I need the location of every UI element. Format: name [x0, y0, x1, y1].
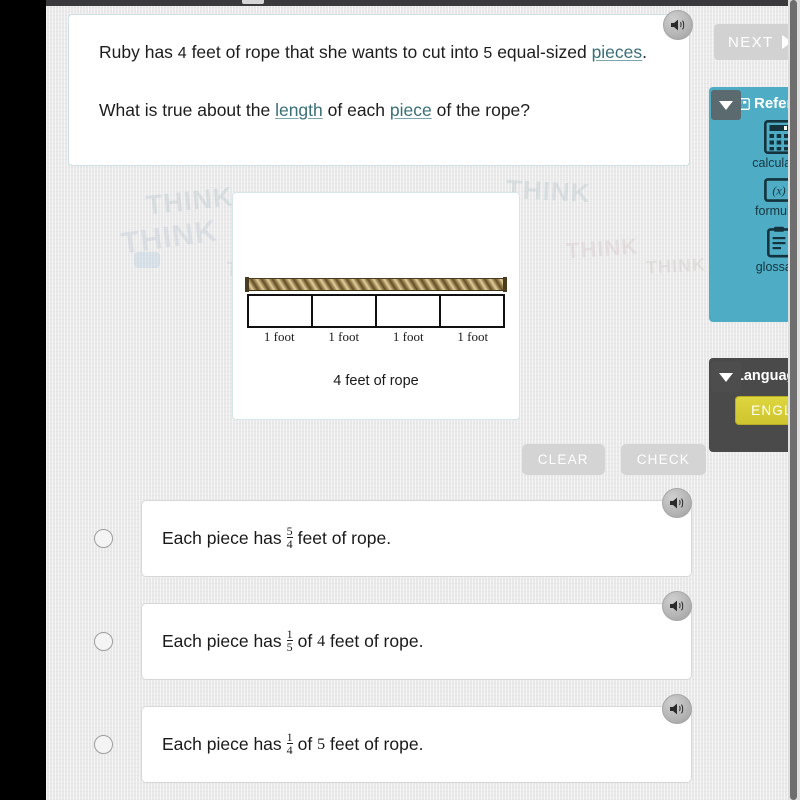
question-line-1: Ruby has 4 feet of rope that she wants t…: [99, 37, 663, 69]
prompt-number: 5: [483, 45, 493, 62]
prompt-text: What is true about the: [99, 100, 276, 120]
watermark-think: THINK: [645, 254, 707, 278]
radio-button-option-1[interactable]: [94, 529, 113, 548]
chevron-down-icon: [719, 372, 733, 382]
option-prefix: Each piece has: [162, 734, 282, 754]
fraction-numerator: 5: [286, 523, 293, 538]
option-number: 5: [317, 735, 326, 753]
option-card-1[interactable]: Each piece has 5 4 feet of rope.: [141, 500, 692, 577]
language-panel-toggle[interactable]: [711, 362, 741, 392]
next-button-label: NEXT: [728, 33, 774, 51]
rope-segment-box: [313, 296, 377, 326]
prompt-text: .: [642, 42, 648, 62]
glossary-link-length[interactable]: length: [275, 100, 323, 120]
option-card-3[interactable]: Each piece has 1 4 of 5 feet of rope.: [141, 706, 692, 783]
chrome-tab-nub: [242, 0, 264, 4]
segment-label: 1 foot: [457, 329, 489, 344]
option-text-3: Each piece has 1 4 of 5 feet of rope.: [162, 729, 424, 757]
question-line-2: What is true about the length of each pi…: [99, 95, 663, 125]
answer-option-1[interactable]: Each piece has 5 4 feet of rope.: [94, 488, 692, 577]
speaker-icon-option-3[interactable]: [662, 694, 692, 724]
rope-segment-box: [377, 296, 441, 326]
svg-text:(x): (x): [772, 184, 785, 198]
segment-label: 1 foot: [392, 329, 424, 344]
rope-segment-box: [441, 296, 503, 326]
glossary-link-pieces[interactable]: pieces: [592, 42, 643, 62]
fraction-1-5: 1 5: [286, 626, 293, 654]
prompt-text: of each: [322, 100, 390, 120]
fraction-1-4: 1 4: [286, 729, 293, 757]
question-prompt-card: Ruby has 4 feet of rope that she wants t…: [68, 14, 690, 166]
option-mid: of: [297, 631, 313, 651]
answer-action-row: CLEAR CHECK: [46, 444, 706, 475]
screenshot-root: THINK THINK THINK THINK THINK THINK Ruby…: [0, 0, 800, 800]
prompt-text: equal-sized: [492, 42, 592, 62]
radio-button-option-2[interactable]: [94, 632, 113, 651]
left-black-gutter: [0, 0, 46, 800]
fraction-denominator: 4: [286, 537, 293, 551]
rope-segment-boxes: [247, 294, 505, 328]
segment-label: 1 foot: [263, 329, 295, 344]
rope-segment-box: [249, 296, 313, 326]
glossary-link-piece[interactable]: piece: [390, 100, 432, 120]
reference-tool-glossary[interactable]: glossary: [709, 226, 800, 274]
check-button[interactable]: CHECK: [620, 444, 706, 475]
reference-panel-toggle[interactable]: [711, 90, 741, 120]
clear-button[interactable]: CLEAR: [521, 444, 605, 475]
option-prefix: Each piece has: [162, 631, 282, 651]
figure-caption: 4 feet of rope: [333, 373, 419, 389]
rope-figure-card: 1 foot 1 foot 1 foot 1 foot 4 feet of ro…: [232, 192, 520, 420]
speaker-icon-prompt[interactable]: [663, 10, 693, 40]
radio-button-option-3[interactable]: [94, 735, 113, 754]
option-text-2: Each piece has 1 5 of 4 feet of rope.: [162, 626, 424, 654]
watermark-blob: [134, 252, 160, 268]
prompt-number: 4: [177, 45, 187, 62]
reference-panel: Reference calculator (x): [709, 87, 800, 322]
page-canvas: THINK THINK THINK THINK THINK THINK Ruby…: [46, 6, 800, 800]
rope-segment-labels: 1 foot 1 foot 1 foot 1 foot: [247, 329, 505, 345]
speaker-icon-option-1[interactable]: [662, 488, 692, 518]
speaker-icon-option-2[interactable]: [662, 591, 692, 621]
watermark-think: THINK: [144, 181, 235, 221]
chevron-down-icon: [719, 100, 733, 110]
reference-tool-formulas[interactable]: (x) formulas: [709, 178, 800, 218]
watermark-think: THINK: [565, 233, 639, 264]
page-scrollbar-thumb[interactable]: [790, 0, 797, 800]
fraction-denominator: 5: [286, 640, 293, 654]
prompt-text: Ruby has: [99, 42, 178, 62]
watermark-think: THINK: [119, 214, 220, 261]
option-suffix: feet of rope.: [330, 734, 424, 754]
fraction-numerator: 1: [286, 729, 293, 744]
option-suffix: feet of rope.: [330, 631, 424, 651]
fraction-denominator: 4: [286, 743, 293, 757]
segment-label: 1 foot: [328, 329, 360, 344]
option-mid: of: [297, 734, 313, 754]
prompt-text: of the rope?: [431, 100, 531, 120]
answer-option-3[interactable]: Each piece has 1 4 of 5 feet of rope.: [94, 694, 692, 783]
fraction-numerator: 1: [286, 626, 293, 641]
option-prefix: Each piece has: [162, 528, 282, 548]
option-number: 4: [317, 632, 326, 650]
option-text-1: Each piece has 5 4 feet of rope.: [162, 523, 392, 551]
option-card-2[interactable]: Each piece has 1 5 of 4 feet of rope.: [141, 603, 692, 680]
prompt-text: feet of rope that she wants to cut into: [186, 42, 484, 62]
answer-option-2[interactable]: Each piece has 1 5 of 4 feet of rope.: [94, 591, 692, 680]
fraction-5-4: 5 4: [286, 523, 293, 551]
option-suffix: feet of rope.: [297, 528, 392, 548]
reference-tool-calculator[interactable]: calculator: [709, 120, 800, 170]
rope-image: [245, 277, 507, 292]
